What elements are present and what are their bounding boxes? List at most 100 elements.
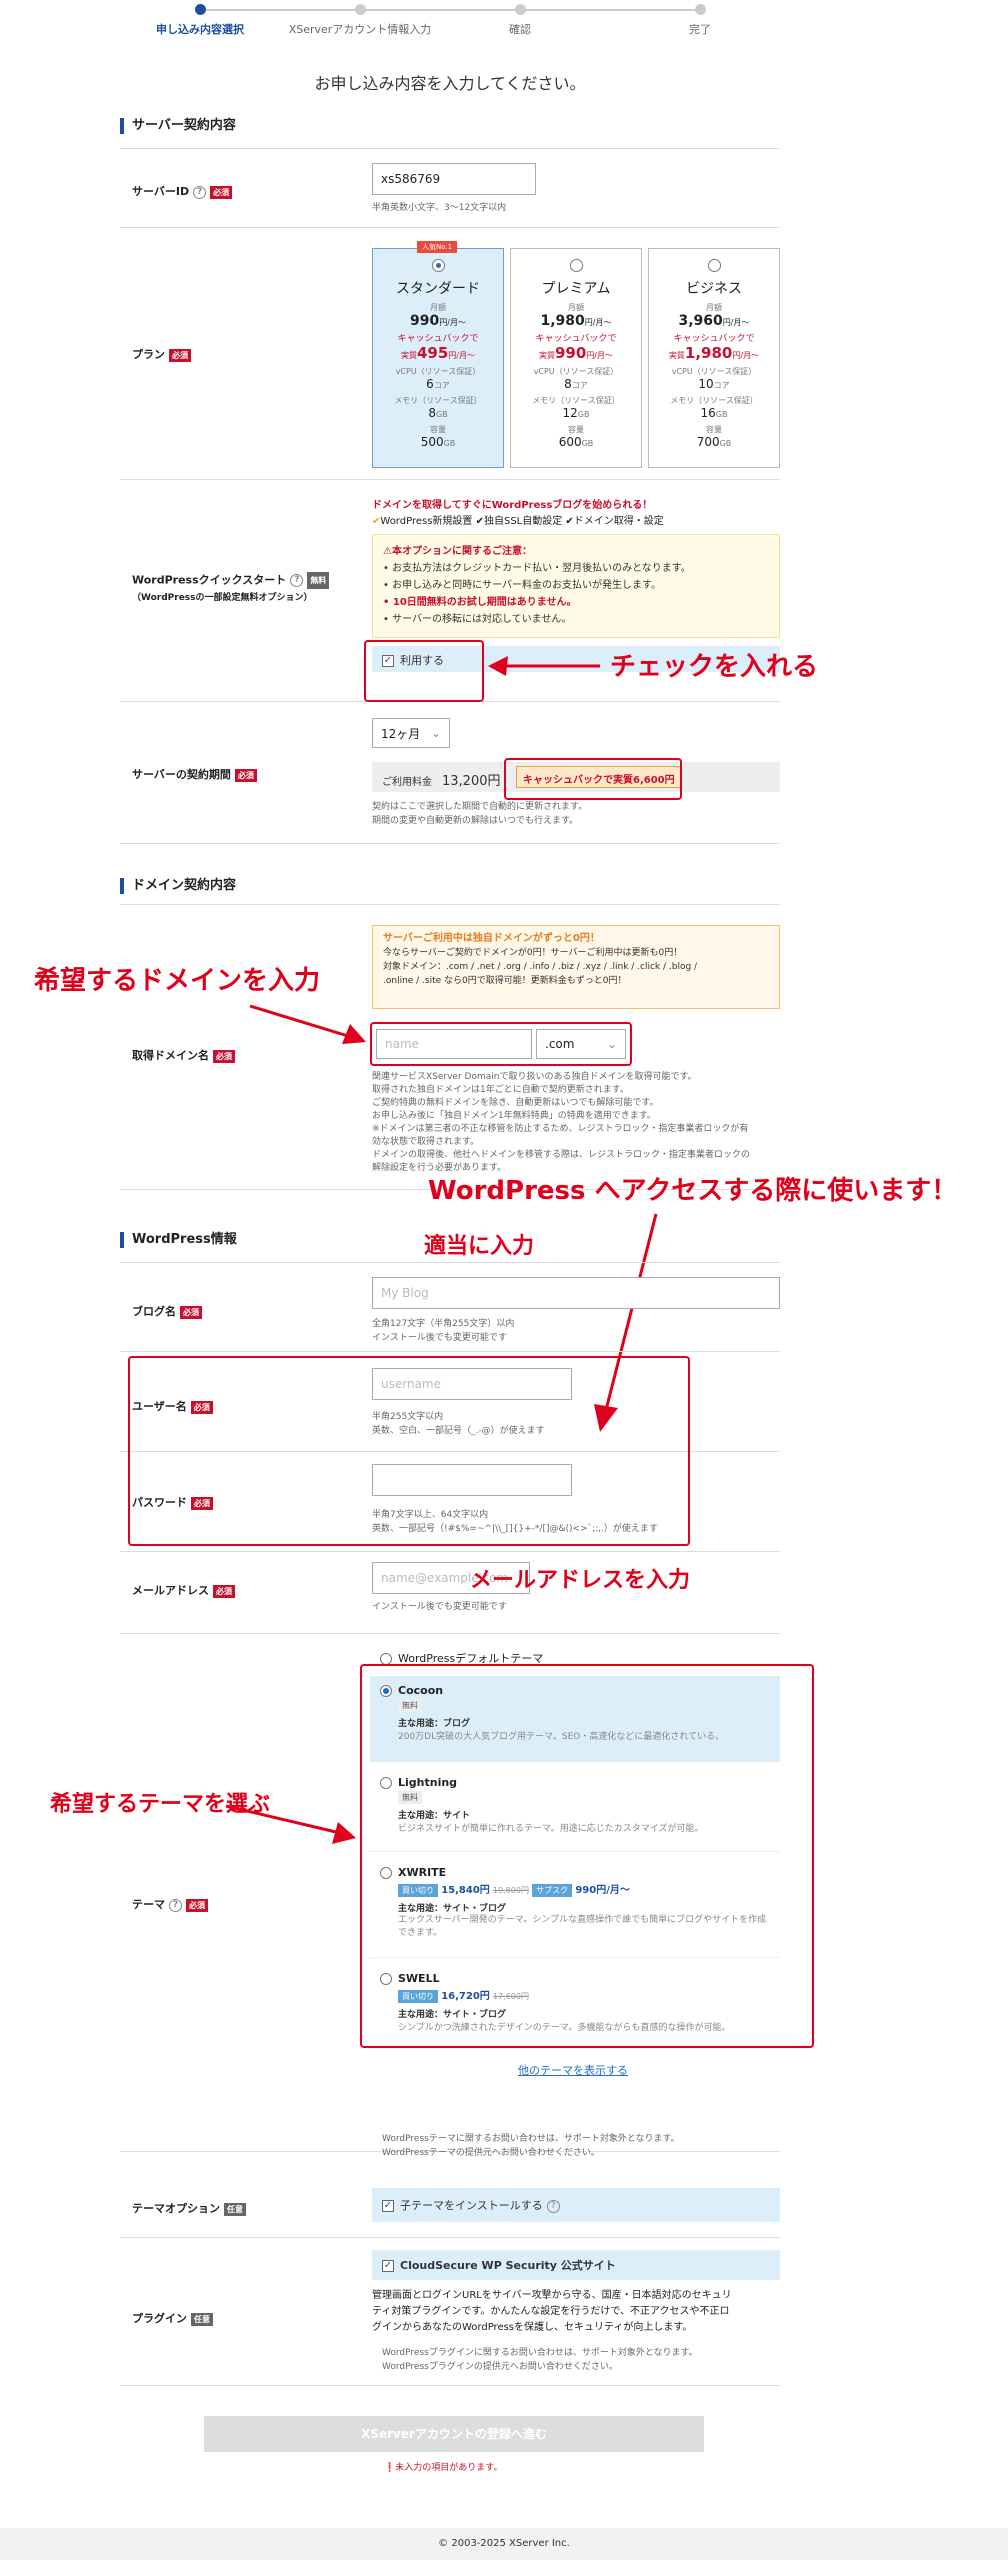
plugin-checkbox[interactable]: ✓ CloudSecure WP Security 公式サイト — [372, 2250, 780, 2280]
wp-quickstart-label: WordPressクイックスタート? 無料 （WordPressの一部設定無料オプシ… — [132, 572, 330, 606]
step-label: 確認 — [509, 23, 531, 36]
blog-name-input[interactable]: My Blog — [372, 1277, 780, 1309]
arrow-icon — [225, 1804, 356, 1844]
plan-monthly-label: 月額 — [430, 303, 446, 312]
domain-promo-text: 対象ドメイン：.com / .net / .org / .info / .biz… — [383, 962, 698, 972]
arrow-icon — [488, 656, 600, 676]
step-2: XServerアカウント情報入力 — [280, 0, 440, 37]
section-title-wordpress: WordPress情報 — [120, 1232, 237, 1248]
email-label: メールアドレス 必須 — [132, 1582, 235, 1598]
notice-title: ⚠本オプションに関するご注意： — [383, 546, 532, 557]
plan-disk: 500GB — [420, 435, 456, 449]
plan-cpu: 8コア — [564, 377, 588, 391]
theme-label: テーマ? 必須 — [132, 1896, 208, 1912]
annotation-check: チェックを入れる — [610, 652, 819, 682]
plan-radio[interactable] — [431, 259, 445, 272]
step-label: 申し込み内容選択 — [156, 23, 244, 36]
domain-help: 関連サービスXServer Domainで取り扱いのある独自ドメインを取得可能で… — [372, 1072, 750, 1173]
checkbox-icon[interactable]: ✓ — [382, 2200, 394, 2212]
server-id-input[interactable]: xs586769 — [372, 163, 536, 195]
chevron-down-icon: ⌄ — [430, 726, 441, 740]
row-plugin: プラグイン 任意 ✓ CloudSecure WP Security 公式サイト 管… — [120, 2238, 780, 2386]
wp-promo: ドメインを取得してすぐにWordPressブログを始められる！ — [372, 500, 653, 511]
plan-radio[interactable] — [569, 259, 583, 272]
section-title-domain: ドメイン契約内容 — [120, 878, 236, 894]
plan-monthly-label: 月額 — [706, 303, 722, 312]
email-help: インストール後でも変更可能です — [372, 1602, 507, 1612]
recommended-badge: 人気No.1 — [417, 241, 458, 253]
plan-disk-label: 容量 — [706, 425, 722, 434]
annotation-box-check — [364, 640, 484, 702]
theme-note: WordPressテーマに関するお問い合わせは、サポート対象外となります。 Wor… — [382, 2134, 680, 2158]
checkbox-icon[interactable]: ✓ — [382, 2260, 394, 2272]
annotation-blog: 適当に入力 — [424, 1234, 535, 1259]
plan-label: プラン 必須 — [132, 346, 191, 362]
annotation-box-domain — [370, 1022, 632, 1066]
footer: © 2003-2025 XServer Inc. — [0, 2528, 1008, 2560]
plan-card-business[interactable]: ビジネス 月額 3,960円/月〜 キャッシュバックで 実質1,980円/月〜 … — [648, 248, 780, 468]
annotation-box-credentials — [128, 1356, 690, 1546]
progress-steps: 申し込み内容選択 XServerアカウント情報入力 確認 完了 — [120, 0, 780, 38]
term-help-1: 契約はここで選択した期間で自動的に更新されます。 — [372, 802, 588, 812]
annotation-domain: 希望するドメインを入力 — [34, 966, 321, 996]
plan-cpu-label: vCPU（リソース保証） — [533, 367, 619, 376]
submit-button[interactable]: XServerアカウントの登録へ進む — [204, 2416, 704, 2452]
plan-mem-label: メモリ（リソース保証） — [394, 396, 482, 405]
server-id-label: サーバーID? 必須 — [132, 183, 233, 199]
wp-features: ✔WordPress新規設置 ✔独自SSL自動設定 ✔ドメイン取得・設定 — [372, 516, 664, 527]
plan-mem: 12GB — [562, 406, 590, 420]
step-label: XServerアカウント情報入力 — [288, 23, 432, 36]
plugin-note: WordPressプラグインに関するお問い合わせは、サポート対象外となります。 W… — [382, 2348, 698, 2372]
step-1: 申し込み内容選択 — [120, 0, 280, 37]
plan-cashback-label: キャッシュバックで — [397, 334, 479, 344]
plan-cashback-label: キャッシュバックで — [535, 334, 617, 344]
annotation-box-theme — [360, 1664, 814, 2048]
page-lead: お申し込み内容を入力してください。 — [314, 74, 586, 93]
plan-mem: 16GB — [700, 406, 728, 420]
plugin-desc: 管理画面とログインURLをサイバー攻撃から守る、国産・日本語対応のセキュリ ティ対… — [372, 2290, 732, 2333]
plugin-label: プラグイン 任意 — [132, 2310, 213, 2326]
plan-mem-label: メモリ（リソース保証） — [670, 396, 758, 405]
step-4: 完了 — [620, 0, 780, 37]
warning-icon: ⚠ — [383, 546, 392, 557]
plan-name: スタンダード — [396, 281, 480, 297]
annotation-email: メールアドレスを入力 — [470, 1568, 691, 1593]
plan-mem: 8GB — [428, 406, 448, 420]
notice-item: • お支払方法はクレジットカード払い・翌月後払いのみとなります。 — [383, 563, 691, 574]
help-icon[interactable]: ? — [169, 1898, 182, 1912]
domain-label: 取得ドメイン名 必須 — [132, 1047, 235, 1063]
blog-name-label: ブログ名 必須 — [132, 1303, 202, 1319]
plan-cpu-label: vCPU（リソース保証） — [671, 367, 757, 376]
plan-radio[interactable] — [707, 259, 721, 272]
plan-cpu: 6コア — [426, 377, 450, 391]
domain-promo-box: サーバーご利用中は独自ドメインがずっと0円！ 今ならサーバーご契約でドメインが0… — [372, 925, 780, 1009]
plan-name: ビジネス — [686, 281, 742, 297]
plan-cpu: 10コア — [698, 377, 730, 391]
server-id-help: 半角英数小文字、3〜12文字以内 — [372, 203, 507, 213]
help-icon[interactable]: ? — [546, 2199, 560, 2213]
step-label: 完了 — [689, 23, 711, 36]
submit-error: ❗未入力の項目があります。 — [384, 2463, 503, 2473]
plan-monthly-label: 月額 — [568, 303, 584, 312]
help-icon[interactable]: ? — [290, 574, 304, 587]
section-title-server: サーバー契約内容 — [120, 118, 236, 134]
plan-disk-label: 容量 — [568, 425, 584, 434]
notice-item: • サーバーの移転には対応していません。 — [383, 614, 572, 625]
plan-cpu-label: vCPU（リソース保証） — [395, 367, 481, 376]
notice-item: • 10日間無料のお試し期間はありません。 — [383, 597, 577, 608]
contract-term-select[interactable]: 12ヶ月 ⌄ — [372, 718, 450, 748]
row-theme-option: テーマオプション 任意 ✓ 子テーマをインストールする? — [120, 2176, 780, 2238]
plan-cashback-price: 実質990円/月〜 — [538, 344, 613, 362]
more-themes-link[interactable]: 他のテーマを表示する — [518, 2062, 628, 2078]
plan-card-standard[interactable]: 人気No.1 スタンダード 月額 990円/月〜 キャッシュバックで 実質495… — [372, 241, 504, 468]
help-icon[interactable]: ? — [193, 185, 207, 199]
term-help-2: 期間の変更や自動更新の解除はいつでも行えます。 — [372, 816, 579, 826]
row-blog-name: ブログ名 必須 My Blog 全角127文字（半角255文字）以内 インストール後… — [120, 1262, 780, 1352]
plan-price: 990円/月〜 — [410, 313, 466, 329]
domain-promo-text: .online / .site なら0円で取得可能！更新料金もずっと0円！ — [383, 976, 627, 986]
child-theme-checkbox[interactable]: ✓ 子テーマをインストールする? — [372, 2188, 780, 2222]
theme-option-label: テーマオプション 任意 — [132, 2200, 246, 2216]
arrow-icon — [249, 1004, 366, 1044]
plan-mem-label: メモリ（リソース保証） — [532, 396, 620, 405]
plan-card-premium[interactable]: プレミアム 月額 1,980円/月〜 キャッシュバックで 実質990円/月〜 v… — [510, 248, 642, 468]
